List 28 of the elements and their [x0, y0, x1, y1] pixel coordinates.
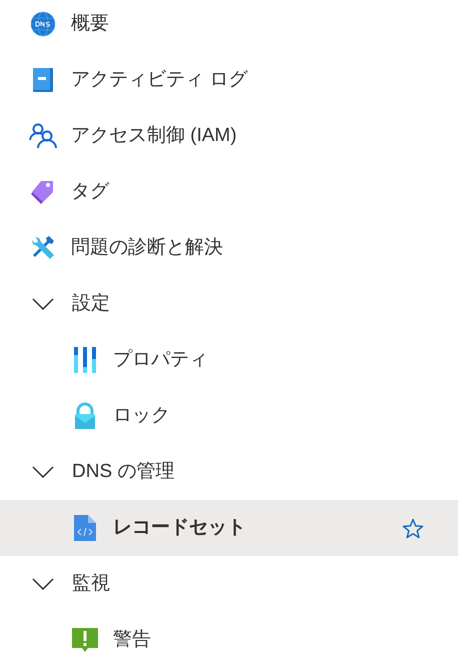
- menu-label: ロック: [113, 404, 170, 428]
- menu-label: アクセス制御 (IAM): [71, 124, 237, 148]
- group-heading[interactable]: 監視: [72, 570, 110, 598]
- tools-icon: [29, 234, 57, 262]
- menu-label: 問題の診断と解決: [71, 236, 223, 260]
- menu-item[interactable]: プロパティ: [0, 332, 458, 388]
- menu-item[interactable]: 概要: [0, 0, 458, 52]
- group-heading[interactable]: DNS の管理: [72, 458, 174, 486]
- people-icon: [29, 122, 57, 150]
- alert-icon: [71, 626, 99, 654]
- menu-label: 概要: [71, 12, 109, 36]
- menu-label: プロパティ: [113, 348, 208, 372]
- globe-icon: [29, 10, 57, 38]
- menu-label: レコードセット: [113, 516, 246, 540]
- sliders-icon: [71, 346, 99, 374]
- selected-menu-item[interactable]: レコードセット: [0, 500, 458, 556]
- menu-item[interactable]: タグ: [0, 164, 458, 220]
- menu-label: 警告: [113, 628, 151, 652]
- menu-item[interactable]: アクセス制御 (IAM): [0, 108, 458, 164]
- menu-item[interactable]: アクティビティ ログ: [0, 52, 458, 108]
- menu-item[interactable]: 問題の診断と解決: [0, 220, 458, 276]
- star-icon[interactable]: [402, 518, 424, 538]
- menu-label: アクティビティ ログ: [71, 68, 248, 92]
- code-file-icon: [71, 514, 99, 542]
- group-heading[interactable]: 設定: [72, 290, 110, 318]
- menu-item[interactable]: ロック: [0, 388, 458, 444]
- menu-item[interactable]: 警告: [0, 612, 458, 662]
- menu-label: タグ: [71, 180, 109, 204]
